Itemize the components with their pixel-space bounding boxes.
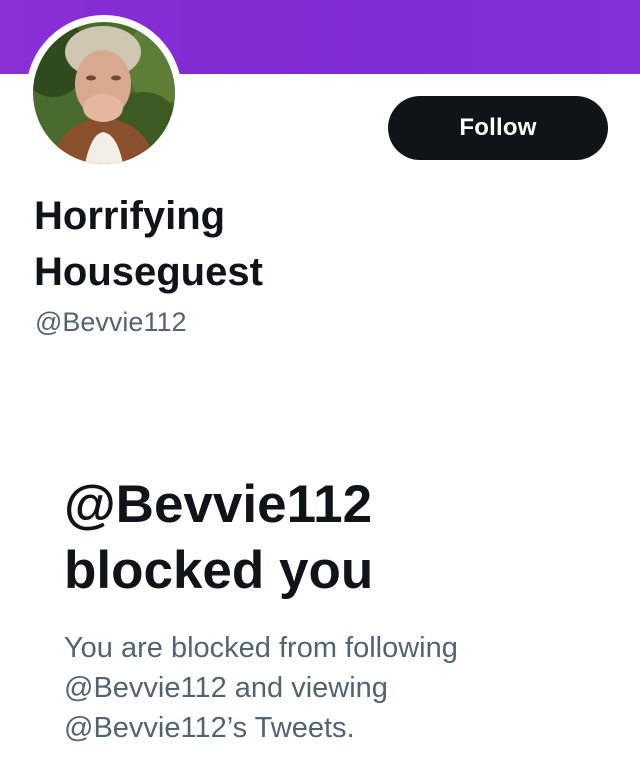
blocked-description-line-3: @Bevvie112’s Tweets. <box>64 712 355 744</box>
display-name-line-1: Horrifying <box>34 194 226 238</box>
blocked-description-line-2: @Bevvie112 and viewing <box>64 672 388 704</box>
blocked-description-line-1: You are blocked from following <box>64 632 458 664</box>
display-name-line-2: Houseguest <box>34 250 263 294</box>
blocked-description: You are blocked from following @Bevvie11… <box>64 628 584 748</box>
avatar-photo-icon <box>33 22 175 164</box>
profile-handle: @Bevvie112 <box>35 307 187 337</box>
profile-display-name: Horrifying Houseguest <box>34 188 434 300</box>
follow-button[interactable]: Follow <box>388 96 608 160</box>
profile-page: Follow Horrifying Houseguest @Bevvie112 … <box>0 0 640 759</box>
avatar[interactable] <box>33 22 175 164</box>
blocked-heading-line-2: blocked you <box>64 541 374 600</box>
blocked-heading: @Bevvie112 blocked you <box>64 472 564 604</box>
blocked-heading-line-1: @Bevvie112 <box>64 475 373 534</box>
